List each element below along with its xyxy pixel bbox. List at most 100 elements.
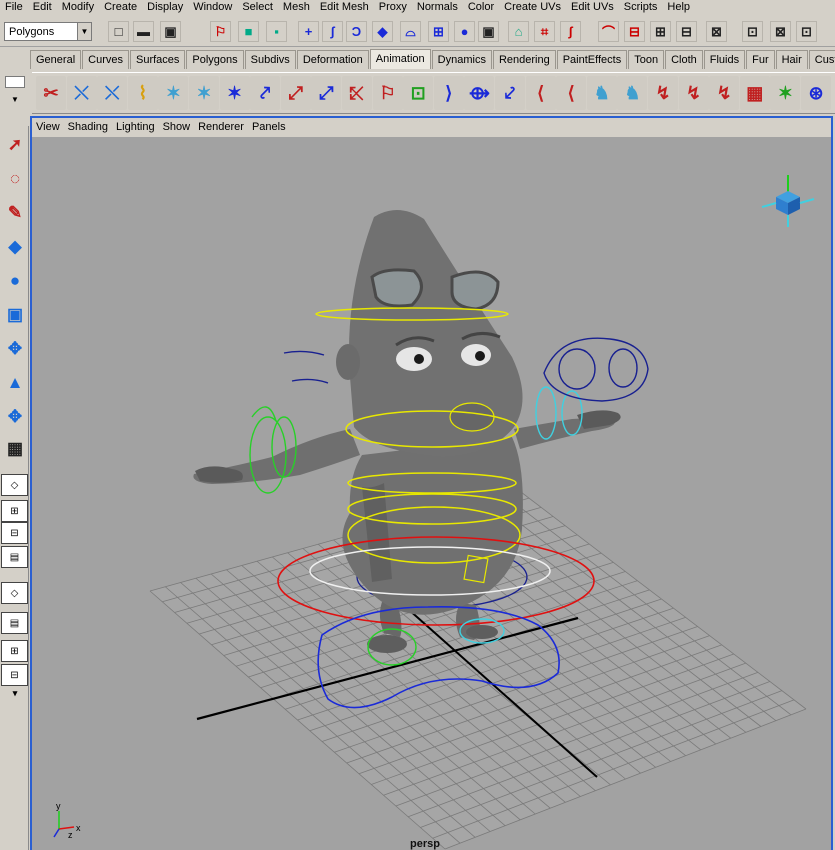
select-hierarchy-icon[interactable]: ⚐ [210, 21, 231, 42]
menu-create[interactable]: Create [99, 0, 142, 15]
snap-to-grid-icon[interactable]: ⌗ [534, 21, 555, 42]
shelf-tab-painteffects[interactable]: PaintEffects [556, 50, 628, 69]
menu-proxy[interactable]: Proxy [374, 0, 412, 15]
left-ear-control[interactable] [283, 350, 325, 356]
left-ear-control-b[interactable] [291, 378, 329, 384]
panel-menu-view[interactable]: View [32, 118, 64, 137]
chevron-down-icon[interactable]: ▼ [77, 23, 91, 40]
humanik-icon[interactable]: ✶ [189, 76, 219, 110]
shelf-tab-cust[interactable]: Cust [808, 50, 835, 69]
manipulator-icon[interactable]: ✥ [2, 334, 28, 364]
panel-menu-shading[interactable]: Shading [64, 118, 112, 137]
shelf-tab-hair[interactable]: Hair [775, 50, 808, 69]
menu-scripts[interactable]: Scripts [619, 0, 663, 15]
scale-tool-icon[interactable]: ▣ [2, 300, 28, 330]
status-tool-23-icon[interactable]: ⊠ [770, 21, 791, 42]
menu-mesh[interactable]: Mesh [278, 0, 315, 15]
shelf-tab-fur[interactable]: Fur [746, 50, 775, 69]
right-clavicle-control-b[interactable] [608, 348, 638, 388]
paint-select-icon[interactable]: ✎ [2, 198, 28, 228]
graph-editor-icon[interactable]: ▦ [739, 76, 770, 110]
cluster-icon[interactable]: ⟩ [433, 76, 464, 110]
panel-menu-lighting[interactable]: Lighting [112, 118, 159, 137]
layout-preset-1-icon[interactable]: ⊞ [1, 500, 28, 522]
menu-normals[interactable]: Normals [412, 0, 463, 15]
shelf-tab-surfaces[interactable]: Surfaces [129, 50, 186, 69]
menu-file[interactable]: File [0, 0, 28, 15]
shelf-tab-rendering[interactable]: Rendering [492, 50, 556, 69]
figure-pair-icon[interactable]: ♞ [617, 76, 648, 110]
perspective-viewport[interactable]: y z x persp [32, 137, 831, 850]
panel-menu-show[interactable]: Show [159, 118, 195, 137]
shelf-menu-button[interactable] [5, 76, 25, 88]
menu-edit-mesh[interactable]: Edit Mesh [315, 0, 374, 15]
select-by-dynamic-icon[interactable]: ⊞ [428, 21, 449, 42]
show-manipulator-icon[interactable]: ✥ [2, 402, 28, 432]
layout-preset-0-icon[interactable]: ◇ [1, 474, 28, 496]
connect-joint-icon[interactable]: ⤤ [250, 76, 281, 110]
shelf-tab-fluids[interactable]: Fluids [703, 50, 746, 69]
ik-handle-icon[interactable]: ⤬ [66, 76, 97, 110]
snap-to-curve-icon[interactable]: ʃ [560, 21, 581, 42]
construction-history-icon[interactable]: ⊡ [742, 21, 763, 42]
layout-preset-6-icon[interactable]: ⊞ [1, 640, 28, 662]
joint-tool-icon[interactable]: ⤬ [97, 76, 128, 110]
shelf-dropdown-icon[interactable]: ▼ [5, 92, 25, 108]
select-by-deformation-icon[interactable]: ⌓ [400, 21, 421, 42]
bind-pose-icon[interactable]: ✶ [219, 76, 250, 110]
menu-display[interactable]: Display [142, 0, 188, 15]
snap-to-point-icon[interactable]: ⌒ [598, 21, 619, 42]
shelf-tab-polygons[interactable]: Polygons [186, 50, 244, 69]
orient-joint-icon[interactable]: ⤢ [311, 76, 342, 110]
input-ops-icon[interactable]: ⊟ [676, 21, 697, 42]
menu-help[interactable]: Help [662, 0, 695, 15]
blue-figure-icon[interactable]: ♞ [586, 76, 617, 110]
new-scene-icon[interactable]: □ [108, 21, 129, 42]
lasso-tool-icon[interactable]: ◌ [2, 164, 28, 194]
shelf-tab-subdivs[interactable]: Subdivs [244, 50, 296, 69]
select-by-render-icon[interactable]: ● [454, 21, 475, 42]
shelf-tab-cloth[interactable]: Cloth [665, 50, 703, 69]
open-scene-icon[interactable]: ▬ [133, 21, 154, 42]
shelf-tab-general[interactable]: General [30, 50, 82, 69]
scene-canvas[interactable]: y z x [32, 137, 831, 850]
snap-to-view-plane-icon[interactable]: ⊟ [624, 21, 645, 42]
menu-edit[interactable]: Edit [28, 0, 57, 15]
panel-menu-renderer[interactable]: Renderer [194, 118, 248, 137]
layout-preset-3-icon[interactable]: ▤ [1, 546, 28, 568]
left-shoulder-control[interactable] [251, 406, 277, 422]
layout-preset-5-icon[interactable]: ▤ [1, 612, 28, 634]
select-by-joint-icon[interactable]: ʃ [322, 21, 343, 42]
view-cube[interactable] [761, 175, 815, 227]
status-tool-24-icon[interactable]: ⊡ [796, 21, 817, 42]
select-object-icon[interactable]: ■ [238, 21, 259, 42]
bind-skin-icon[interactable]: ↯ [648, 76, 678, 110]
move-tool-icon[interactable]: ◆ [2, 232, 28, 262]
remove-joint-icon[interactable]: ⚐ [372, 76, 403, 110]
panel-menu-panels[interactable]: Panels [248, 118, 290, 137]
menu-modify[interactable]: Modify [57, 0, 99, 15]
last-tool-icon[interactable]: ▦ [2, 434, 28, 464]
reroot-icon[interactable]: ⤪ [342, 76, 372, 110]
mode-selector[interactable]: Polygons ▼ [4, 22, 92, 41]
bend-icon[interactable]: ⟨ [556, 76, 587, 110]
detach-skin-icon[interactable]: ↯ [678, 76, 709, 110]
set-key-icon[interactable]: ✂ [36, 76, 66, 110]
save-scene-icon[interactable]: ▣ [160, 21, 181, 42]
menu-select[interactable]: Select [237, 0, 278, 15]
mirror-joint-icon[interactable]: ⤢ [280, 76, 311, 110]
make-live-icon[interactable]: ⊞ [650, 21, 671, 42]
menu-create-uvs[interactable]: Create UVs [499, 0, 566, 15]
select-by-surface-icon[interactable]: ◆ [372, 21, 393, 42]
shelf-tab-curves[interactable]: Curves [82, 50, 129, 69]
select-by-handle-icon[interactable]: + [298, 21, 319, 42]
output-ops-icon[interactable]: ⊠ [706, 21, 727, 42]
lock-selection-icon[interactable]: ▣ [478, 21, 499, 42]
skin-icon[interactable]: ⌇ [127, 76, 158, 110]
sculpt-icon[interactable]: ⤦ [495, 76, 525, 110]
shelf-tab-dynamics[interactable]: Dynamics [431, 50, 492, 69]
nonlinear-icon[interactable]: ⟨ [525, 76, 556, 110]
paint-weights-icon[interactable]: ↯ [709, 76, 740, 110]
select-by-curve-icon[interactable]: Ɔ [346, 21, 367, 42]
ring-icon[interactable]: ⊛ [801, 76, 831, 110]
